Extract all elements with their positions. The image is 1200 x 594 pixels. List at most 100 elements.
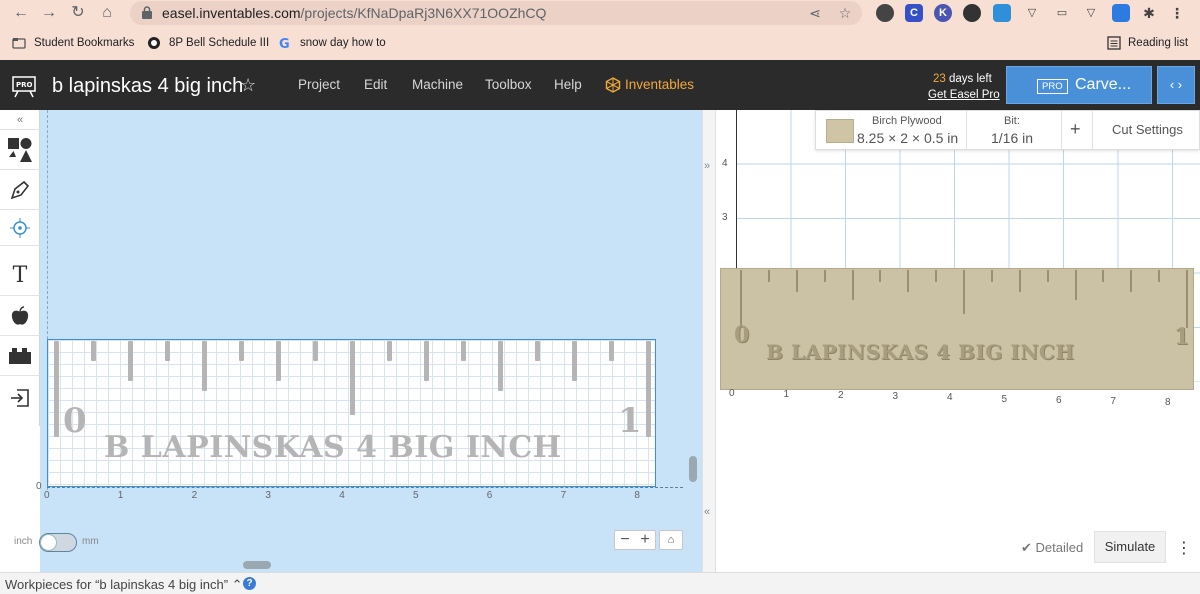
bit-label: Bit: [1004,115,1020,127]
material-settings-card: Birch Plywood 8.25 × 2 × 0.5 in Bit: 1/1… [815,110,1200,150]
extensions-puzzle-icon[interactable]: ✱ [1140,4,1158,22]
canvas-horizontal-scrollbar[interactable] [243,561,271,569]
expand-workpieces-icon[interactable]: ⌃ [228,577,243,592]
material-swatch[interactable] [826,119,854,143]
material-name[interactable]: Birch Plywood [872,115,942,127]
preview-ruler-tick [823,270,826,282]
get-easel-pro-link[interactable]: Get Easel Pro [928,89,1000,101]
reading-list-button[interactable]: Reading list [1128,37,1188,49]
favorite-star-icon[interactable]: ☆ [240,75,256,96]
extension-shield2-icon[interactable]: ▽ [1082,4,1100,22]
extension-c-icon[interactable]: C [905,4,923,22]
folder-icon [12,38,26,49]
bookmark-student-bookmarks[interactable]: Student Bookmarks [34,37,134,49]
extension-monitor-icon[interactable]: ▭ [1053,4,1071,22]
zoom-in-button[interactable]: + [635,531,655,549]
browser-menu-icon[interactable]: ⋮ [1168,4,1186,22]
collapse-rail-icon[interactable]: « [0,110,40,130]
bookmark-snow-day[interactable]: snow day how to [300,37,386,49]
bookmarks-bar: Student Bookmarks 8P Bell Schedule III G… [0,30,1200,58]
canvas-x-axis-label: 4 [339,490,345,501]
canvas-y-axis-zero: 0 [36,481,42,492]
svg-text:G: G [279,37,290,50]
preview-ruler-tick [935,270,938,282]
extension-shield-icon[interactable]: ▽ [1023,4,1041,22]
unit-inch-label: inch [14,536,33,547]
add-bit-icon[interactable]: + [1070,119,1081,140]
cut-settings-button[interactable]: Cut Settings [1112,122,1183,137]
bell-schedule-icon [148,37,160,49]
ruler-tick [646,341,651,437]
menu-project[interactable]: Project [298,77,340,92]
share-icon[interactable]: ⋖ [806,4,824,22]
extension-trash-icon[interactable] [1112,4,1130,22]
simulate-button[interactable]: Simulate [1094,531,1166,563]
material-dimensions[interactable]: 8.25 × 2 × 0.5 in [857,130,958,146]
preview-ruler-tick [1158,270,1161,282]
project-title[interactable]: b lapinskas 4 big inch [52,75,243,98]
text-tool-icon[interactable]: T [0,256,40,296]
import-icon[interactable] [0,378,40,418]
ruler-tick [424,341,429,381]
tool-rail: « T [0,110,40,426]
ruler-tick [91,341,96,361]
preview-ruler-tick [1186,270,1188,328]
preview-ruler-tick [1102,270,1105,282]
ruler-zero-label: 0 [63,401,87,441]
preview-ruler-tick [907,270,910,292]
canvas-x-axis-label: 0 [44,490,50,501]
extension-window-icon[interactable] [993,4,1011,22]
apps-apple-icon[interactable] [0,296,40,336]
address-bar[interactable]: easel.inventables.com/projects/KfNaDpaRj… [130,1,862,25]
menu-machine[interactable]: Machine [412,77,463,92]
preview-ruler-tick [740,270,742,328]
brick-library-icon[interactable] [0,336,40,376]
reset-view-home-icon[interactable]: ⌂ [659,530,683,550]
back-icon[interactable]: ← [10,2,32,24]
reload-icon[interactable]: ↻ [67,2,89,24]
home-icon[interactable]: ⌂ [96,2,118,24]
material-separator [966,111,967,149]
expand-arrows-icon[interactable]: ‹ › [1157,66,1195,104]
target-tool-icon[interactable] [0,210,40,246]
detailed-toggle[interactable]: ✔ Detailed [1021,540,1083,556]
panel-divider[interactable]: » « [702,110,716,572]
collapse-preview-icon[interactable]: « [704,506,710,518]
zoom-controls: − + [614,530,656,550]
ruler-tick [572,341,577,381]
url-text: easel.inventables.com/projects/KfNaDpaRj… [162,5,547,21]
preview-engraved-text: B LAPINSKAS 4 BIG INCH [766,340,1075,364]
ruler-tick [498,341,503,391]
workpieces-label[interactable]: Workpieces for “b lapinskas 4 big inch” … [5,577,243,593]
canvas-vertical-scrollbar[interactable] [689,456,697,482]
carve-button[interactable]: PRO Carve... [1006,66,1152,104]
preview-x-axis-label: 8 [1165,396,1171,408]
preview-ruler-tick [879,270,882,282]
ruler-engraved-text: B LAPINSKAS 4 BIG INCH [104,430,562,465]
bit-value[interactable]: 1/16 in [991,130,1033,146]
bookmark-star-icon[interactable]: ☆ [836,4,854,22]
canvas-x-axis-line [47,487,683,488]
svg-text:PRO: PRO [16,81,33,89]
canvas-x-axis-label: 5 [413,490,419,501]
shapes-tool-icon[interactable] [0,130,40,170]
extension-k-icon[interactable]: K [934,4,952,22]
zoom-out-button[interactable]: − [615,531,635,549]
menu-inventables[interactable]: Inventables [625,77,694,92]
extension-target-icon[interactable] [963,4,981,22]
preview-x-axis-label: 1 [783,389,790,401]
pen-tool-icon[interactable] [0,170,40,210]
extension-puzzle-dark-icon[interactable] [876,4,894,22]
unit-toggle[interactable] [39,533,77,552]
menu-edit[interactable]: Edit [364,77,387,92]
preview-more-icon[interactable]: ⋮ [1176,538,1192,558]
ruler-tick [276,341,281,381]
forward-icon[interactable]: → [38,2,60,24]
bookmark-bell-schedule[interactable]: 8P Bell Schedule III [169,37,269,49]
menu-toolbox[interactable]: Toolbox [485,77,532,92]
expand-preview-icon[interactable]: » [704,160,710,172]
carve-preview[interactable]: 0 1 B LAPINSKAS 4 BIG INCH 0 1 2 3 4 5 6 7 8 3 4 [716,110,1200,572]
menu-help[interactable]: Help [554,77,582,92]
canvas-x-axis-label: 1 [117,490,124,501]
help-icon[interactable]: ? [243,577,256,590]
